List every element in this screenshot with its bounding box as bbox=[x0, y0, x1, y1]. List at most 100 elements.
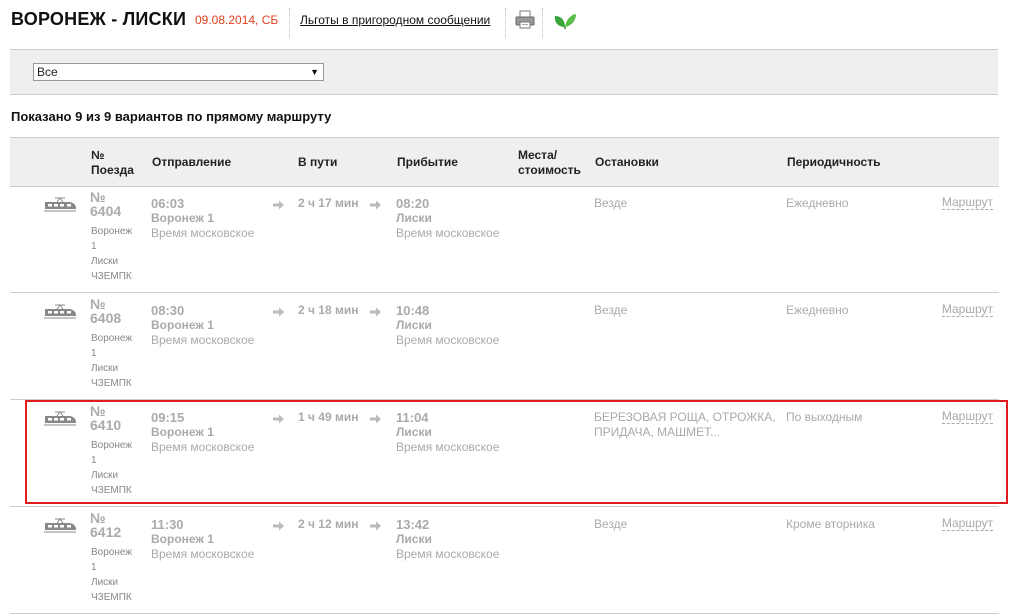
departure-station: Воронеж 1 bbox=[151, 318, 214, 332]
arrival-timezone: Время московское bbox=[396, 547, 500, 561]
train-number-label: № bbox=[90, 403, 106, 419]
train-desc-line: Лиски bbox=[91, 363, 119, 374]
train-desc-line: 1 bbox=[91, 348, 97, 359]
arrival-cell: 13:42 Лиски Время московское bbox=[396, 517, 499, 562]
col-seats-line2: стоимость bbox=[518, 163, 581, 177]
duration: 2 ч 18 мин bbox=[298, 303, 359, 317]
arrival-cell: 08:20 Лиски Время московское bbox=[396, 196, 499, 241]
col-number: № Поезда bbox=[91, 148, 134, 178]
train-desc-line: ЧЗЕМПК bbox=[91, 485, 132, 496]
train-desc-line: Воронеж bbox=[91, 547, 133, 558]
departure-timezone: Время московское bbox=[151, 440, 255, 454]
stops-line: ПРИДАЧА, МАШМЕТ... bbox=[594, 425, 721, 439]
arrival-station: Лиски bbox=[396, 318, 432, 332]
departure-station: Воронеж 1 bbox=[151, 425, 214, 439]
arrival-cell: 11:04 Лиски Время московское bbox=[396, 410, 499, 455]
table-row[interactable]: № 6408 Воронеж 1 Лиски ЧЗЕМПК 08:30 Воронеж 1 Вр… bbox=[10, 293, 999, 400]
arrival-timezone: Время московское bbox=[396, 440, 500, 454]
departure-time: 11:30 bbox=[151, 517, 184, 532]
arrival-time: 08:20 bbox=[396, 196, 430, 211]
departure-cell: 11:30 Воронеж 1 Время московское bbox=[151, 517, 254, 562]
departure-timezone: Время московское bbox=[151, 547, 255, 561]
stops: Везде bbox=[594, 517, 779, 532]
col-departure: Отправление bbox=[152, 155, 232, 169]
table-row[interactable]: № 6412 Воронеж 1 Лиски ЧЗЕМПК 11:30 Воронеж 1 Вр… bbox=[10, 507, 999, 614]
col-arrival: Прибытие bbox=[397, 155, 458, 169]
route-link[interactable]: Маршрут bbox=[941, 517, 993, 531]
page-header: ВОРОНЕЖ - ЛИСКИ 09.08.2014, СБ Льготы в … bbox=[11, 8, 1011, 38]
arrival-station: Лиски bbox=[396, 211, 432, 225]
divider bbox=[542, 8, 543, 38]
stops-line: Везде bbox=[594, 196, 628, 210]
arrival-cell: 10:48 Лиски Время московское bbox=[396, 303, 499, 348]
stops-line: Везде bbox=[594, 303, 628, 317]
page-title: ВОРОНЕЖ - ЛИСКИ bbox=[11, 9, 187, 29]
arrival-time: 13:42 bbox=[396, 517, 430, 532]
departure-station: Воронеж 1 bbox=[151, 532, 214, 546]
stops: Везде bbox=[594, 303, 779, 318]
train-number-value: 6408 bbox=[90, 310, 122, 326]
train-number-label: № bbox=[90, 510, 106, 526]
route-link[interactable]: Маршрут bbox=[941, 196, 993, 210]
arrow-right-icon bbox=[273, 307, 284, 317]
departure-time: 09:15 bbox=[151, 410, 185, 425]
table-row[interactable]: № 6404 Воронеж 1 Лиски ЧЗЕМПК 06:03 Воронеж 1 Вр… bbox=[10, 186, 999, 293]
train-icon bbox=[44, 411, 76, 426]
table-header: № Поезда Отправление В пути Прибытие Мес… bbox=[10, 137, 999, 187]
arrival-time: 11:04 bbox=[396, 410, 429, 425]
train-number-value: 6404 bbox=[90, 203, 122, 219]
table-row[interactable]: № 6410 Воронеж 1 Лиски ЧЗЕМПК 09:15 Воронеж 1 Вр… bbox=[10, 400, 999, 507]
route-link[interactable]: Маршрут bbox=[941, 303, 993, 317]
benefits-link[interactable]: Льготы в пригородном сообщении bbox=[300, 13, 490, 27]
arrow-right-icon bbox=[370, 307, 381, 317]
filter-bar: Все ▼ bbox=[10, 49, 998, 95]
arrival-time: 10:48 bbox=[396, 303, 430, 318]
duration: 2 ч 17 мин bbox=[298, 196, 359, 210]
periodicity: Ежедневно bbox=[786, 303, 849, 317]
duration: 1 ч 49 мин bbox=[298, 410, 359, 424]
departure-timezone: Время московское bbox=[151, 226, 255, 240]
departure-cell: 08:30 Воронеж 1 Время московское bbox=[151, 303, 254, 348]
arrow-right-icon bbox=[273, 200, 284, 210]
divider bbox=[505, 8, 506, 38]
col-number-line2: Поезда bbox=[91, 163, 134, 177]
departure-station: Воронеж 1 bbox=[151, 211, 214, 225]
select-value: Все bbox=[37, 65, 58, 79]
train-desc-line: Воронеж bbox=[91, 333, 133, 344]
train-number: № 6412 bbox=[90, 511, 121, 539]
train-number-label: № bbox=[90, 189, 106, 205]
departure-cell: 09:15 Воронеж 1 Время московское bbox=[151, 410, 254, 455]
col-stops: Остановки bbox=[595, 155, 659, 169]
arrival-timezone: Время московское bbox=[396, 226, 500, 240]
train-number-value: 6410 bbox=[90, 417, 122, 433]
arrow-right-icon bbox=[370, 521, 381, 531]
arrow-right-icon bbox=[370, 414, 381, 424]
leaf-icon[interactable] bbox=[552, 10, 578, 30]
train-number: № 6404 bbox=[90, 190, 121, 218]
train-description: Воронеж 1 Лиски ЧЗЕМПК bbox=[91, 438, 141, 498]
train-number: № 6410 bbox=[90, 404, 121, 432]
train-type-select[interactable]: Все ▼ bbox=[33, 63, 324, 81]
departure-time: 08:30 bbox=[151, 303, 185, 318]
arrival-station: Лиски bbox=[396, 532, 432, 546]
train-number: № 6408 bbox=[90, 297, 121, 325]
col-duration: В пути bbox=[298, 155, 338, 169]
divider bbox=[289, 8, 290, 38]
train-desc-line: 1 bbox=[91, 241, 97, 252]
departure-cell: 06:03 Воронеж 1 Время московское bbox=[151, 196, 254, 241]
route-link[interactable]: Маршрут bbox=[941, 410, 993, 424]
train-desc-line: Воронеж bbox=[91, 440, 133, 451]
train-desc-line: ЧЗЕМПК bbox=[91, 271, 132, 282]
duration: 2 ч 12 мин bbox=[298, 517, 359, 531]
train-description: Воронеж 1 Лиски ЧЗЕМПК bbox=[91, 331, 141, 391]
col-number-line1: № bbox=[91, 148, 105, 162]
chevron-down-icon: ▼ bbox=[310, 67, 319, 77]
printer-icon[interactable] bbox=[514, 10, 536, 30]
train-description: Воронеж 1 Лиски ЧЗЕМПК bbox=[91, 224, 141, 284]
train-icon bbox=[44, 304, 76, 319]
train-desc-line: ЧЗЕМПК bbox=[91, 592, 132, 603]
arrival-timezone: Время московское bbox=[396, 333, 500, 347]
periodicity: Ежедневно bbox=[786, 196, 849, 210]
arrival-station: Лиски bbox=[396, 425, 432, 439]
periodicity: По выходным bbox=[786, 410, 863, 424]
